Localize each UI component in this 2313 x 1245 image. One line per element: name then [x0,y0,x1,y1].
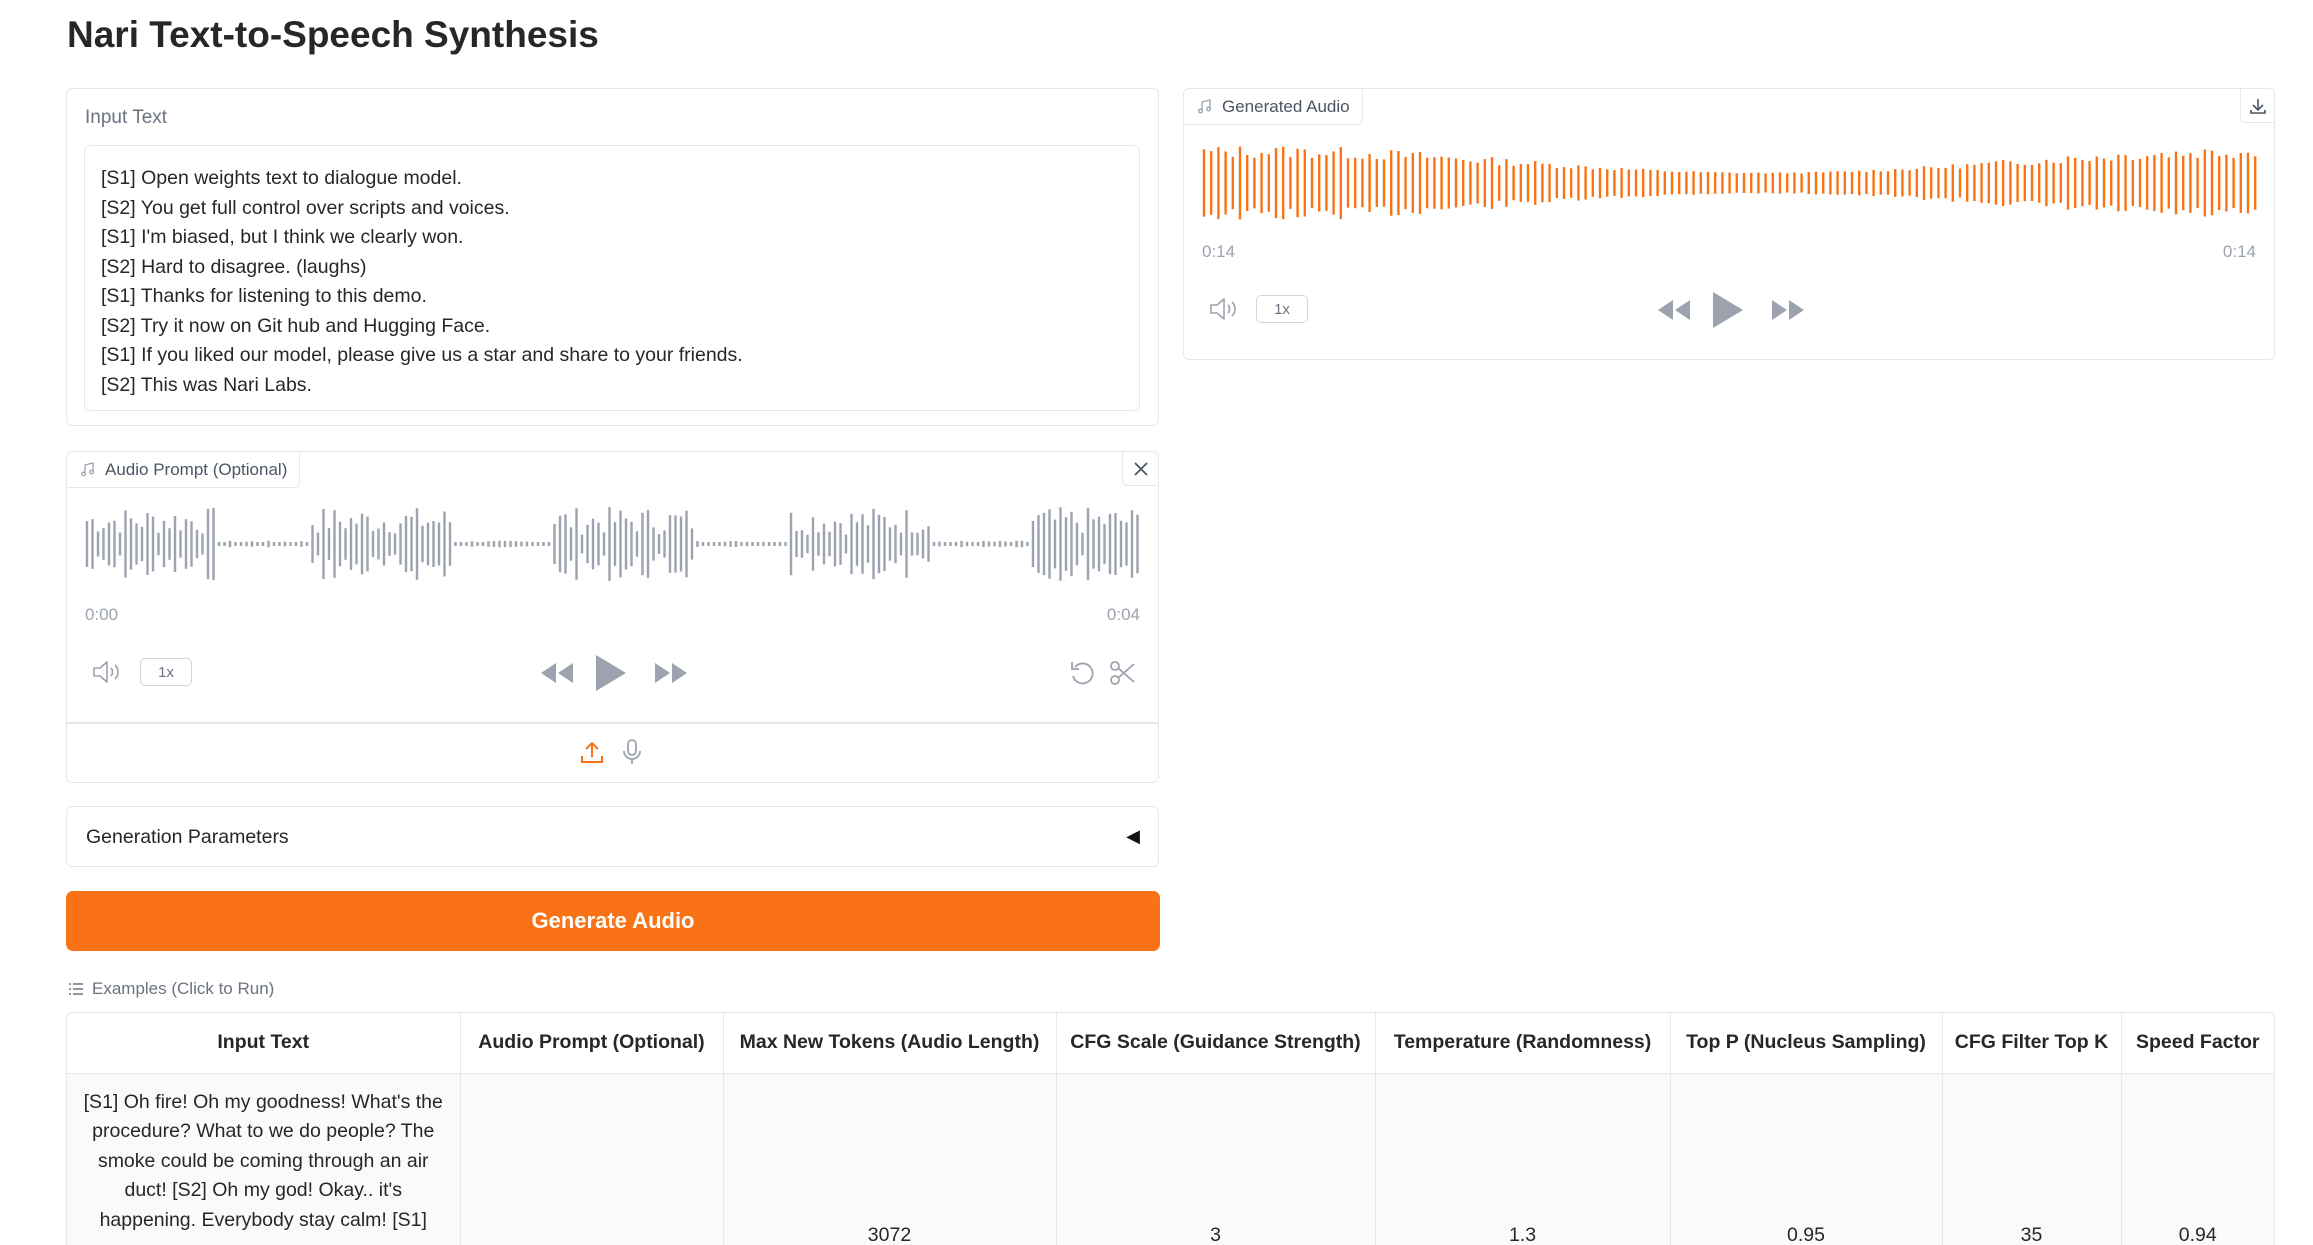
input-text-label: Input Text [85,107,168,128]
input-text-line: [S1] I'm biased, but I think we clearly … [101,226,464,248]
column-header: CFG Filter Top K [1942,1013,2122,1074]
input-text-line: [S1] Thanks for listening to this demo. [101,285,427,307]
input-text-line: [S1] Open weights text to dialogue model… [101,167,462,189]
generated-audio-label-text: Generated Audio [1222,96,1350,116]
generated-audio-time-end: 0:14 [2222,242,2256,261]
example-temperature[interactable]: 1.3 [1375,1073,1671,1245]
music-note-icon [1198,98,1211,113]
generation-parameters-accordion[interactable]: Generation Parameters ◀ [66,806,1159,867]
audio-prompt-waveform[interactable] [85,505,1143,583]
generated-audio-label: Generated Audio [1184,89,1363,125]
examples-title: Examples (Click to Run) [68,979,274,999]
input-text-line: [S2] Hard to disagree. (laughs) [101,255,367,278]
input-text-line: [S2] This was Nari Labs. [101,373,312,396]
examples-table: Input Text Audio Prompt (Optional) Max N… [66,1012,2275,1245]
column-header: Max New Tokens (Audio Length) [723,1013,1057,1074]
undo-button[interactable] [1067,657,1099,689]
example-audio-prompt[interactable] [460,1073,724,1245]
input-text-line: [S2] Try it now on Git hub and Hugging F… [101,314,491,337]
play-button[interactable] [591,650,631,696]
skip-forward-button[interactable] [651,658,691,688]
input-text-line: [S1] If you liked our model, please give… [101,344,743,366]
upload-button[interactable] [577,736,607,768]
caret-left-icon: ◀ [1126,826,1140,846]
play-button[interactable] [1708,287,1748,333]
input-text-area[interactable]: [S1] Open weights text to dialogue model… [84,145,1140,411]
examples-title-text: Examples (Click to Run) [92,979,275,998]
generate-audio-button[interactable]: Generate Audio [66,891,1160,951]
generated-audio-waveform[interactable] [1202,143,2257,223]
example-speed-factor[interactable]: 0.94 [2121,1073,2274,1245]
skip-back-button[interactable] [1654,295,1694,325]
example-top-p[interactable]: 0.95 [1670,1073,1943,1245]
playback-rate-button[interactable]: 1x [140,658,192,686]
rewind-icon [541,663,573,683]
play-icon [596,655,626,691]
play-icon [1713,292,1743,328]
column-header: CFG Scale (Guidance Strength) [1056,1013,1376,1074]
volume-button[interactable] [91,658,123,686]
music-note-icon [81,461,94,476]
column-header: Input Text [67,1013,461,1074]
example-max-new-tokens[interactable]: 3072 [723,1073,1057,1245]
microphone-button[interactable] [617,736,647,768]
upload-icon [581,741,603,763]
input-text-block: Input Text [S1] Open weights text to dia… [66,88,1159,426]
volume-icon [1210,298,1236,320]
fast-forward-icon [655,663,687,683]
skip-forward-button[interactable] [1768,295,1808,325]
close-icon [1133,461,1148,476]
column-header: Top P (Nucleus Sampling) [1670,1013,1943,1074]
audio-prompt-divider [67,722,1158,724]
list-icon [69,983,83,995]
input-text-line: [S2] You get full control over scripts a… [101,196,510,219]
audio-prompt-label: Audio Prompt (Optional) [67,452,301,488]
scissors-icon [1110,661,1135,685]
example-input-text[interactable]: [S1] Oh fire! Oh my goodness! What's the… [67,1073,461,1245]
column-header: Temperature (Randomness) [1375,1013,1671,1074]
audio-prompt-time-start: 0:00 [85,605,119,624]
example-row[interactable]: [S1] Oh fire! Oh my goodness! What's the… [67,1073,2274,1245]
volume-icon [93,661,119,683]
generated-audio-time-start: 0:14 [1202,242,1236,261]
example-cfg-scale[interactable]: 3 [1056,1073,1376,1245]
trim-button[interactable] [1107,657,1139,689]
rewind-icon [1658,300,1690,320]
playback-rate-button[interactable]: 1x [1256,295,1308,323]
page-title: Nari Text-to-Speech Synthesis [67,14,599,55]
download-button[interactable] [2240,89,2274,123]
audio-prompt-block: Audio Prompt (Optional) 0:00 0:04 1x [66,451,1159,783]
example-cfg-filter-top-k[interactable]: 35 [1942,1073,2122,1245]
column-header: Speed Factor [2121,1013,2274,1074]
microphone-icon [623,739,641,764]
audio-prompt-time-end: 0:04 [1106,605,1140,624]
undo-icon [1071,662,1094,685]
volume-button[interactable] [1208,295,1240,323]
generation-parameters-label: Generation Parameters [86,826,289,848]
clear-audio-button[interactable] [1122,452,1158,486]
generated-audio-block: Generated Audio 0:14 0:14 1x [1183,88,2275,360]
fast-forward-icon [1772,300,1804,320]
skip-back-button[interactable] [537,658,577,688]
column-header: Audio Prompt (Optional) [460,1013,724,1074]
download-icon [2249,98,2266,114]
audio-prompt-label-text: Audio Prompt (Optional) [105,459,288,479]
